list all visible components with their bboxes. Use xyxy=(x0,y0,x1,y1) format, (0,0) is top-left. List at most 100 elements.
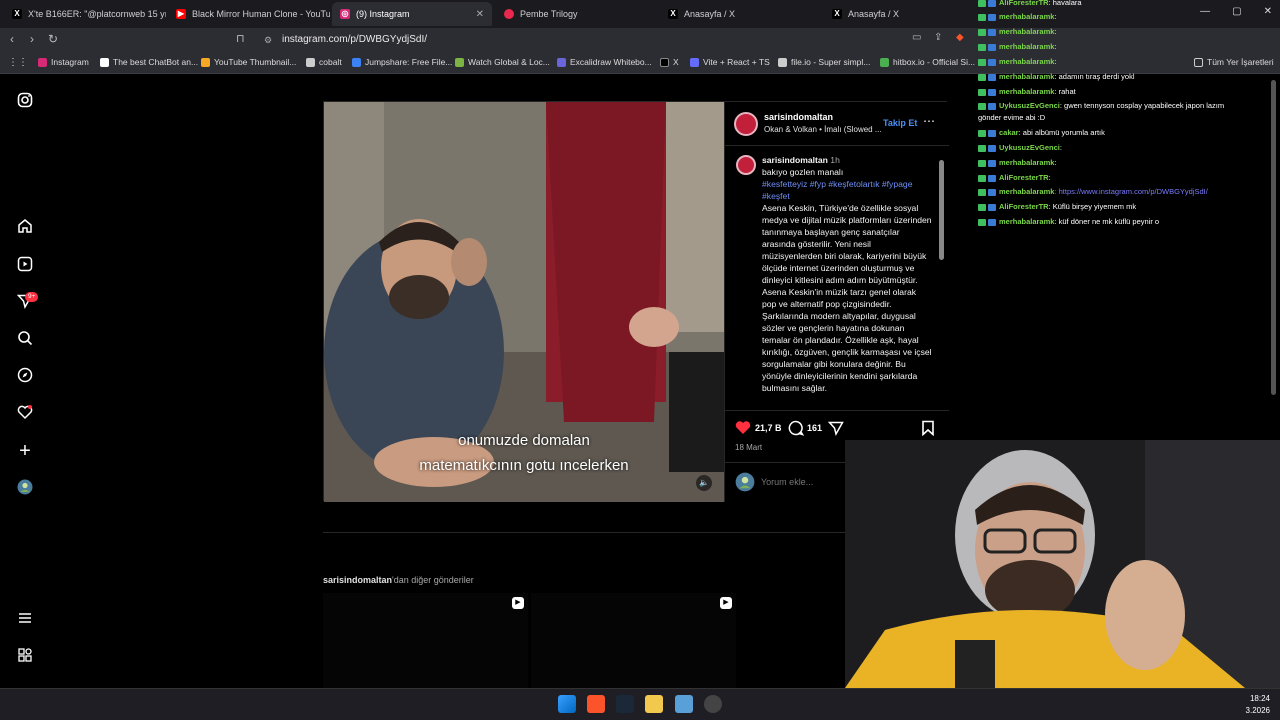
reels-icon[interactable] xyxy=(16,256,34,274)
bookmark-item[interactable]: Instagram xyxy=(38,57,89,67)
caption-hashtags-2[interactable]: #keşfet xyxy=(762,190,932,202)
caption-username[interactable]: sarisindomaltan xyxy=(762,155,828,165)
comment-count[interactable]: 161 xyxy=(807,423,822,433)
caption-hashtags[interactable]: #kesfetteyiz #fyp #keşfetolartık #fypage xyxy=(762,178,932,190)
cast-icon[interactable]: ▭ xyxy=(912,32,921,43)
steam-icon[interactable] xyxy=(616,695,634,713)
caption-scroll[interactable]: sarisindomaltan 1h bakıyo gozlen manalı … xyxy=(734,152,938,410)
apps-icon[interactable]: ⋮⋮ xyxy=(8,57,28,68)
caption-time: 1h xyxy=(830,155,840,165)
volume-icon[interactable]: 🔈 xyxy=(696,475,712,491)
chatbot-icon xyxy=(100,57,109,67)
chat-badge-icon xyxy=(988,13,996,21)
system-clock[interactable]: 18:24 3.2026 xyxy=(1246,693,1270,717)
like-count[interactable]: 21,7 B xyxy=(755,423,782,433)
menu-icon[interactable] xyxy=(16,610,34,628)
more-posts-user[interactable]: sarisindomaltan xyxy=(323,575,392,585)
tab-title: Pembe Trilogy xyxy=(520,9,578,19)
chat-badge-icon xyxy=(978,159,986,167)
back-icon[interactable]: ‹ xyxy=(10,32,14,46)
explore-icon[interactable] xyxy=(16,367,34,385)
chat-username: AliForesterTR xyxy=(999,173,1049,182)
site-info-icon[interactable]: ⚙ xyxy=(264,31,272,49)
brave-shield-icon[interactable]: ◆ xyxy=(956,32,964,43)
bookmark-item[interactable]: Excalidraw Whitebo... xyxy=(557,57,652,67)
home-icon[interactable] xyxy=(16,218,34,236)
bookmark-item[interactable]: Vite + React + TS xyxy=(690,57,770,67)
like-icon[interactable] xyxy=(735,420,751,440)
bookmark-item[interactable]: Watch Global & Loc... xyxy=(455,57,550,67)
obs-icon[interactable] xyxy=(704,695,722,713)
share-icon[interactable]: ⇪ xyxy=(934,32,942,43)
tab-pembe-trilogy[interactable]: Pembe Trilogy xyxy=(496,2,656,26)
hitbox-icon xyxy=(880,57,889,67)
windows-taskbar: 18:24 3.2026 xyxy=(0,688,1280,720)
bookmark-icon[interactable]: ⊓ xyxy=(236,32,245,45)
clock-time: 18:24 xyxy=(1249,694,1270,703)
bookmark-item[interactable]: The best ChatBot an... xyxy=(100,57,198,67)
chat-text: gönder evime abi :D xyxy=(978,113,1046,122)
instagram-logo-icon[interactable] xyxy=(16,92,34,110)
chat-badge-icon xyxy=(988,159,996,167)
address-bar[interactable]: ⚙ instagram.com/p/DWBGYydjSdI/ xyxy=(258,31,958,49)
reload-icon[interactable]: ↻ xyxy=(48,32,58,46)
tab-x-home-1[interactable]: X Anasayfa / X xyxy=(660,2,820,26)
forward-icon[interactable]: › xyxy=(30,32,34,46)
tab-x-home-2[interactable]: X Anasayfa / X xyxy=(824,2,974,26)
bookmark-item[interactable]: Jumpshare: Free File... xyxy=(352,57,452,67)
chat-text: : havalara xyxy=(1048,0,1082,7)
more-post-thumb[interactable]: ▶ xyxy=(323,593,528,688)
chat-text: : xyxy=(1059,143,1062,152)
more-options-icon[interactable]: ⋯ xyxy=(923,114,935,128)
scrollbar-thumb[interactable] xyxy=(939,160,944,260)
brave-browser-icon[interactable] xyxy=(587,695,605,713)
save-icon[interactable] xyxy=(921,420,935,441)
chat-message: merhabalaramk: xyxy=(978,57,1057,66)
tab-x-b166er[interactable]: X X'te B166ER: "@platcornweb 15 yıl d xyxy=(4,2,166,26)
chat-message: AliForesterTR: xyxy=(978,173,1051,182)
create-icon[interactable]: + xyxy=(16,441,34,461)
notifications-heart-icon[interactable] xyxy=(16,404,34,422)
bookmark-item[interactable]: file.io - Super simpl... xyxy=(778,57,870,67)
chat-username: AliForesterTR xyxy=(999,0,1049,7)
more-post-thumb[interactable]: ▶ xyxy=(531,593,736,688)
bookmark-item[interactable]: cobalt xyxy=(306,57,342,67)
share-icon[interactable] xyxy=(827,420,844,441)
chat-message: gönder evime abi :D xyxy=(978,113,1045,122)
post-video[interactable]: onumuzde domalan matematıkcının gotu ınc… xyxy=(324,102,724,502)
x-icon xyxy=(660,57,669,67)
author-avatar[interactable] xyxy=(734,112,758,136)
search-icon[interactable] xyxy=(16,330,34,348)
chat-message: merhabalaramk: xyxy=(978,27,1057,36)
audio-track[interactable]: Okan & Volkan • İmalı (Slowed ... xyxy=(764,125,882,134)
close-tab-icon[interactable]: ✕ xyxy=(476,9,484,20)
bookmark-item[interactable]: X xyxy=(660,57,679,67)
caption-scrollbar[interactable] xyxy=(939,150,944,410)
chat-badge-icon xyxy=(978,58,986,66)
caption-paragraph-1: Asena Keskin, Türkiye'de özellikle sosya… xyxy=(762,203,932,285)
chat-badge-icon xyxy=(978,129,986,137)
comment-icon[interactable] xyxy=(788,420,805,441)
profile-avatar[interactable] xyxy=(16,479,34,497)
chat-badge-icon xyxy=(988,43,996,51)
start-menu-icon[interactable] xyxy=(558,695,576,713)
author-username[interactable]: sarisindomaltan xyxy=(764,112,833,122)
chat-message: merhabalaramk: rahat xyxy=(978,87,1076,96)
stream-chat-overlay: AliForesterTR: havalara merhabalaramk: mer… xyxy=(970,0,1280,235)
bookmark-item[interactable]: YouTube Thumbnail... xyxy=(201,57,296,67)
app-icon[interactable] xyxy=(675,695,693,713)
chat-username: merhabalaramk xyxy=(999,72,1055,81)
tab-instagram[interactable]: ◎ (9) Instagram ✕ xyxy=(332,2,492,26)
caption-body: sarisindomaltan 1h bakıyo gozlen manalı … xyxy=(762,154,932,394)
tab-youtube[interactable]: ▶ Black Mirror Human Clone - YouTube xyxy=(168,2,330,26)
divider xyxy=(725,145,949,146)
bookmark-item[interactable]: hitbox.io - Official Si... xyxy=(880,57,975,67)
chat-badge-icon xyxy=(988,203,996,211)
file-explorer-icon[interactable] xyxy=(645,695,663,713)
fileio-icon xyxy=(778,57,787,67)
follow-button[interactable]: Takip Et xyxy=(883,118,917,128)
instagram-icon: ◎ xyxy=(340,9,350,19)
more-apps-icon[interactable] xyxy=(16,647,34,665)
chat-badge-icon xyxy=(978,28,986,36)
comment-avatar[interactable] xyxy=(736,155,756,175)
